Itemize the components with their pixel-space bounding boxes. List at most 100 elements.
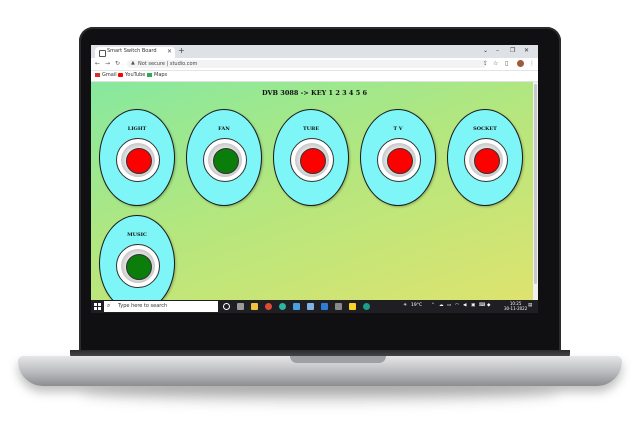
scrollbar[interactable] <box>533 82 538 300</box>
new-tab-icon[interactable]: + <box>178 47 185 55</box>
bookmark-youtube[interactable]: YouTube <box>118 72 145 78</box>
page-title: DVB 3088 -> KEY 1 2 3 4 5 6 <box>261 89 368 97</box>
switch-label: T V <box>393 126 403 132</box>
switch-button-fan[interactable] <box>213 148 239 174</box>
monitor-icon[interactable]: ▣ <box>471 303 475 308</box>
switch-label: FAN <box>218 126 230 132</box>
switch-card-tube: TUBE <box>273 109 349 206</box>
switch-button-light[interactable] <box>126 148 152 174</box>
switch-label: TUBE <box>302 126 320 132</box>
laptop-base <box>18 356 622 386</box>
switch-ring <box>377 138 421 182</box>
gmail-icon <box>95 72 100 77</box>
file-explorer-icon[interactable] <box>251 303 258 310</box>
avatar[interactable] <box>517 60 524 67</box>
switch-label: LIGHT <box>127 126 147 132</box>
forward-icon[interactable]: → <box>105 60 110 67</box>
browser-tab[interactable]: Smart Switch Board ✕ <box>95 47 175 58</box>
clock-date: 30-11-2022 <box>504 306 528 311</box>
laptop-shadow <box>80 384 560 402</box>
window-close-icon[interactable]: ✕ <box>524 47 529 54</box>
menu-icon[interactable]: ⋮ <box>529 60 535 67</box>
search-icon: ⌕ <box>107 302 111 309</box>
switch-ring <box>116 244 160 288</box>
weather-icon[interactable]: ☀ <box>403 303 407 308</box>
wifi-icon[interactable]: ◠ <box>455 303 459 308</box>
restore-icon[interactable]: ❐ <box>510 47 515 54</box>
language-icon[interactable]: ⌨ <box>479 303 486 308</box>
laptop-notch <box>290 356 386 363</box>
cloud-icon[interactable]: ☁ <box>439 303 444 308</box>
switch-button-tube[interactable] <box>300 148 326 174</box>
notification-icon[interactable]: ▤ <box>528 303 532 308</box>
taskbar-search-input[interactable]: ⌕ Type here to search <box>104 301 218 312</box>
volume-icon[interactable]: ◀ <box>463 303 466 308</box>
switch-card-music: MUSIC <box>99 215 175 300</box>
switch-bezel <box>295 143 329 177</box>
switch-bezel <box>382 143 416 177</box>
switch-bezel <box>121 249 155 283</box>
mail-icon[interactable] <box>293 303 300 310</box>
switch-bezel <box>121 143 155 177</box>
switch-card-light: LIGHT <box>99 109 175 206</box>
security-icon[interactable]: ◆ <box>487 303 490 308</box>
address-bar: ← → ↻ ▲ Not secure | studio.com ⇪ ☆ ▯ ⋮ <box>91 58 538 71</box>
sidebar-icon[interactable]: ▯ <box>505 60 508 67</box>
url-input[interactable]: ▲ Not secure | studio.com <box>127 60 487 68</box>
chrome-icon[interactable] <box>265 303 272 310</box>
bookmark-label: Maps <box>154 72 168 78</box>
app-icon[interactable] <box>335 303 342 310</box>
edge-icon[interactable] <box>279 303 286 310</box>
back-icon[interactable]: ← <box>95 60 100 67</box>
clock[interactable]: 10:25 30-11-2022 <box>504 301 527 311</box>
switch-ring <box>203 138 247 182</box>
reload-icon[interactable]: ↻ <box>115 60 120 67</box>
share-icon[interactable]: ⇪ <box>483 60 488 67</box>
switch-label: MUSIC <box>127 232 147 238</box>
switch-label: SOCKET <box>473 126 497 132</box>
switch-bezel <box>469 143 503 177</box>
switch-ring <box>116 138 160 182</box>
battery-icon[interactable]: ▭ <box>447 303 451 308</box>
bookmark-gmail[interactable]: Gmail <box>95 72 117 78</box>
tab-title: Smart Switch Board <box>107 48 157 54</box>
switch-button-music[interactable] <box>126 254 152 280</box>
switch-button-tv[interactable] <box>387 148 413 174</box>
tab-bar: Smart Switch Board ✕ + ⌄ – ❐ ✕ <box>91 45 538 58</box>
switch-card-fan: FAN <box>186 109 262 206</box>
switch-ring <box>464 138 508 182</box>
laptop-screen: Smart Switch Board ✕ + ⌄ – ❐ ✕ ← → ↻ ▲ N… <box>91 45 538 313</box>
star-icon[interactable]: ☆ <box>493 60 498 67</box>
arduino-icon[interactable] <box>363 303 370 310</box>
switch-ring <box>290 138 334 182</box>
switch-board-page: DVB 3088 -> KEY 1 2 3 4 5 6 LIGHT FAN TU… <box>91 82 538 300</box>
cortana-icon[interactable] <box>223 303 230 310</box>
search-placeholder: Type here to search <box>118 303 168 309</box>
minimize-icon[interactable]: – <box>496 47 499 54</box>
youtube-icon <box>118 72 123 77</box>
sticky-notes-icon[interactable] <box>349 303 356 310</box>
switch-bezel <box>208 143 242 177</box>
chevron-up-icon[interactable]: ⌃ <box>431 303 435 308</box>
taskbar: ⌕ Type here to search ☀ 19°C ⌃ ☁ ▭ ◠ ◀ ▣… <box>91 300 538 313</box>
security-label: Not secure <box>138 61 165 67</box>
page-icon <box>99 50 106 57</box>
warning-icon[interactable]: ▲ <box>131 60 135 66</box>
bookmark-label: YouTube <box>125 72 146 78</box>
switch-card-socket: SOCKET <box>447 109 523 206</box>
maps-icon <box>147 72 152 77</box>
bookmark-maps[interactable]: Maps <box>147 72 167 78</box>
vscode-icon[interactable] <box>321 303 328 310</box>
windows-start-icon[interactable] <box>94 303 101 310</box>
task-view-icon[interactable] <box>237 303 244 310</box>
url-value: studio.com <box>169 61 198 67</box>
scrollbar-thumb[interactable] <box>534 84 537 284</box>
switch-button-socket[interactable] <box>474 148 500 174</box>
bookmarks-bar: Gmail YouTube Maps <box>91 71 538 82</box>
url-text: Not secure | studio.com <box>138 61 198 67</box>
weather-temp: 19°C <box>411 303 423 308</box>
switch-card-tv: T V <box>360 109 436 206</box>
chevron-down-icon[interactable]: ⌄ <box>483 47 488 54</box>
photos-icon[interactable] <box>307 303 314 310</box>
close-icon[interactable]: ✕ <box>167 48 172 55</box>
